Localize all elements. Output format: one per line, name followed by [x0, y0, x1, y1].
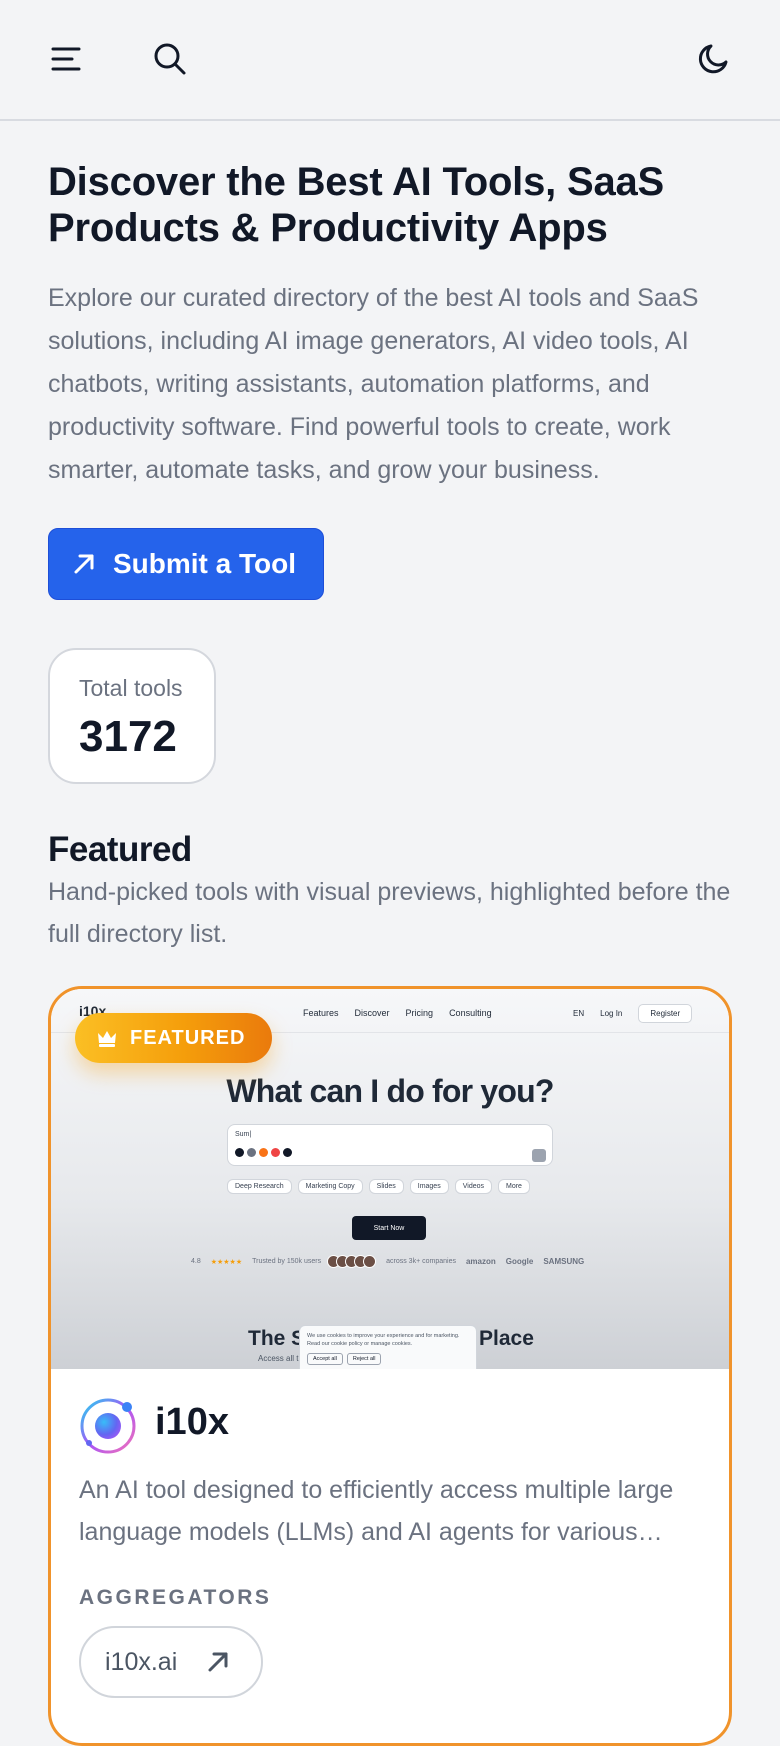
- preview-cookie-banner: We use cookies to improve your experienc…: [299, 1325, 477, 1369]
- preview-cookie-reject: Reject all: [346, 1353, 382, 1365]
- preview-subhead-left: The S: [248, 1327, 306, 1350]
- preview-nav-links: Features Discover Pricing Consulting: [303, 1008, 492, 1018]
- preview-stars: ★★★★★: [210, 1258, 243, 1266]
- tool-logo-icon: [80, 1398, 136, 1454]
- preview-trust-row: 4.8 ★★★★★ Trusted by 150k users across 3…: [191, 1255, 584, 1268]
- preview-subtext: Access all t: [258, 1354, 299, 1363]
- preview-cookie-accept: Accept all: [307, 1353, 343, 1365]
- submit-tool-button[interactable]: Submit a Tool: [48, 528, 324, 600]
- preview-nav-link: Pricing: [405, 1008, 434, 1018]
- featured-tool-card[interactable]: i10x Features Discover Pricing Consultin…: [48, 986, 732, 1746]
- search-icon: [154, 43, 186, 75]
- preview-brand: SAMSUNG: [543, 1257, 585, 1266]
- arrow-up-right-icon: [74, 554, 94, 574]
- preview-cookie-text: We use cookies to improve your experienc…: [307, 1333, 460, 1347]
- total-tools-label: Total tools: [79, 675, 183, 701]
- preview-chip: Images: [409, 1179, 449, 1194]
- top-navigation-bar: [0, 0, 780, 121]
- tool-website-link[interactable]: i10x.ai: [79, 1626, 263, 1698]
- total-tools-value: 3172: [79, 712, 177, 761]
- menu-icon: [51, 47, 81, 71]
- preview-rating: 4.8: [191, 1258, 201, 1265]
- search-button[interactable]: [142, 31, 198, 87]
- preview-input: Sum|: [227, 1124, 553, 1166]
- preview-companies: across 3k+ companies: [386, 1258, 456, 1265]
- crown-icon: [98, 1031, 116, 1047]
- preview-avatars: [327, 1255, 377, 1268]
- preview-model-icons: [235, 1148, 292, 1157]
- preview-start-button: Start Now: [352, 1216, 426, 1240]
- arrow-up-right-icon: [208, 1652, 228, 1672]
- preview-trusted: Trusted by 150k users: [252, 1258, 322, 1265]
- preview-chips: Deep Research Marketing Copy Slides Imag…: [227, 1179, 530, 1194]
- submit-tool-label: Submit a Tool: [113, 548, 297, 579]
- tool-name[interactable]: i10x: [155, 1401, 229, 1444]
- preview-send-icon: [532, 1149, 546, 1162]
- featured-section-title: Featured: [48, 830, 192, 869]
- tool-website-label: i10x.ai: [105, 1647, 178, 1676]
- preview-subhead-right: Place: [479, 1327, 534, 1350]
- preview-brand: Google: [505, 1257, 534, 1266]
- tool-category[interactable]: AGGREGATORS: [79, 1586, 271, 1610]
- page-title: Discover the Best AI Tools, SaaS Product…: [48, 160, 665, 250]
- preview-chip: Deep Research: [227, 1179, 292, 1194]
- menu-button[interactable]: [38, 31, 94, 87]
- preview-nav-link: Features: [303, 1008, 339, 1018]
- page-description: Explore our curated directory of the bes…: [48, 284, 699, 484]
- preview-nav-right: EN Log In Register: [573, 1004, 693, 1023]
- preview-brand: amazon: [465, 1257, 496, 1266]
- preview-register: Register: [638, 1004, 693, 1023]
- featured-badge: FEATURED: [75, 1013, 272, 1063]
- preview-chip: Marketing Copy: [297, 1179, 363, 1194]
- preview-chip: Videos: [454, 1179, 492, 1194]
- total-tools-card: Total tools 3172: [48, 648, 216, 784]
- preview-headline: What can I do for you?: [226, 1073, 554, 1109]
- moon-icon: [698, 44, 728, 74]
- preview-lang: EN: [573, 1009, 585, 1018]
- preview-nav-link: Discover: [354, 1008, 390, 1018]
- theme-toggle-button[interactable]: [686, 31, 742, 87]
- preview-input-text: Sum|: [235, 1131, 252, 1138]
- preview-login: Log In: [600, 1009, 623, 1018]
- tool-preview-image[interactable]: i10x Features Discover Pricing Consultin…: [51, 989, 729, 1369]
- preview-chip: More: [498, 1179, 530, 1194]
- featured-section-description: Hand-picked tools with visual previews, …: [48, 878, 731, 948]
- featured-badge-label: FEATURED: [130, 1026, 246, 1049]
- tool-description: An AI tool designed to efficiently acces…: [79, 1476, 674, 1546]
- preview-chip: Slides: [368, 1179, 404, 1194]
- preview-nav-link: Consulting: [449, 1008, 492, 1018]
